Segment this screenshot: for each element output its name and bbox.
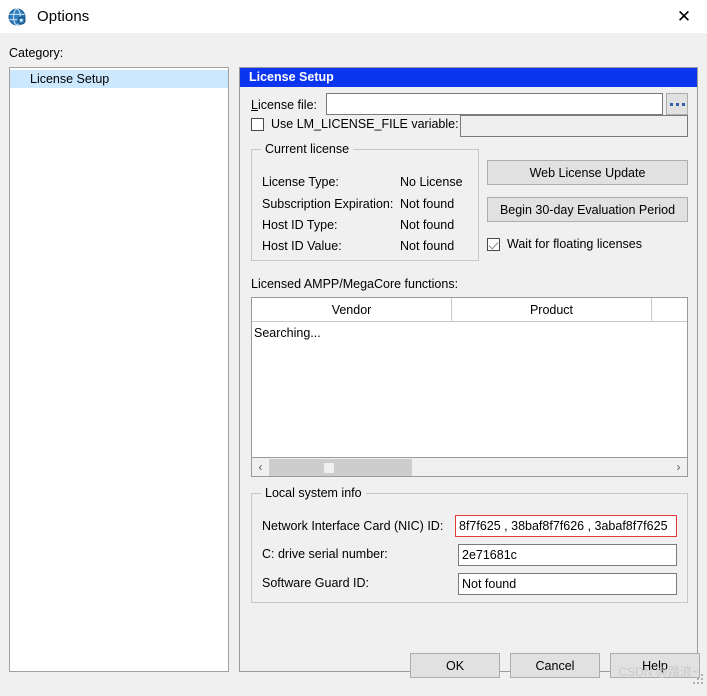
subscription-expiration-value: Not found [400,197,455,211]
wait-for-floating-licenses-label: Wait for floating licenses [507,237,643,251]
license-type-label: License Type: [262,175,339,189]
column-header-extra[interactable] [652,298,687,321]
local-system-info-title: Local system info [261,486,366,500]
ok-button[interactable]: OK [410,653,500,678]
sidebar-item-label: License Setup [30,72,110,86]
licensed-functions-label: Licensed AMPP/MegaCore functions: [251,277,459,291]
dialog-body: Category: License Setup License Setup Li… [0,33,707,688]
current-license-title: Current license [261,142,354,156]
table-header-row: Vendor Product [252,298,687,322]
panel-content: License file: Use LM_LICENSE_FILE variab… [240,87,697,671]
licensed-functions-table[interactable]: Vendor Product Searching... [251,297,688,458]
nic-id-value[interactable]: 8f7f625 , 38baf8f7f626 , 3abaf8f7f625 [455,515,677,537]
close-icon[interactable]: ✕ [661,0,707,33]
window-title: Options [37,8,90,25]
license-setup-panel: License Setup License file: Use LM_LICEN… [239,67,698,672]
browse-license-file-button[interactable] [666,93,688,115]
web-license-update-button[interactable]: Web License Update [487,160,688,185]
scrollbar-track[interactable] [269,458,670,476]
window-bottom-edge [0,688,707,696]
c-drive-serial-label: C: drive serial number: [262,547,388,561]
begin-evaluation-period-button[interactable]: Begin 30-day Evaluation Period [487,197,688,222]
nic-id-label: Network Interface Card (NIC) ID: [262,519,444,533]
scrollbar-grip-icon [324,462,334,473]
host-id-type-label: Host ID Type: [262,218,338,232]
scroll-right-icon[interactable]: › [670,459,687,476]
sidebar-item-license-setup[interactable]: License Setup [10,70,228,88]
category-label: Category: [9,46,64,60]
ellipsis-icon [669,102,685,106]
table-status-text: Searching... [254,326,321,340]
license-file-input[interactable] [326,93,663,115]
panel-title: License Setup [240,68,697,87]
resize-grip-icon[interactable] [693,674,705,686]
category-list[interactable]: License Setup [9,67,229,672]
license-type-value: No License [400,175,463,189]
use-lm-license-file-checkbox[interactable]: Use LM_LICENSE_FILE variable: [251,117,459,131]
host-id-value-value: Not found [400,239,455,253]
subscription-expiration-label: Subscription Expiration: [262,197,394,211]
host-id-type-value: Not found [400,218,455,232]
lm-license-file-input[interactable] [460,115,688,137]
c-drive-serial-value[interactable]: 2e71681c [458,544,677,566]
host-id-value-label: Host ID Value: [262,239,342,253]
watermark-text: CSDN @踏浪~ [618,665,699,679]
use-lm-license-file-label: Use LM_LICENSE_FILE variable: [271,117,459,131]
wait-for-floating-licenses-checkbox[interactable]: Wait for floating licenses [487,237,642,251]
licensed-functions-hscrollbar[interactable]: ‹ › [251,458,688,477]
scroll-left-icon[interactable]: ‹ [252,459,269,476]
window-titlebar: Options ✕ [0,0,707,33]
software-guard-id-value[interactable]: Not found [458,573,677,595]
license-file-label: License file: [251,98,318,112]
scrollbar-thumb[interactable] [269,458,412,476]
software-guard-id-label: Software Guard ID: [262,576,369,590]
column-header-product[interactable]: Product [452,298,652,321]
cancel-button[interactable]: Cancel [510,653,600,678]
checkbox-box-icon [251,117,264,131]
checkbox-checked-icon [487,237,500,251]
column-header-vendor[interactable]: Vendor [252,298,452,321]
quartus-globe-icon [8,7,28,27]
